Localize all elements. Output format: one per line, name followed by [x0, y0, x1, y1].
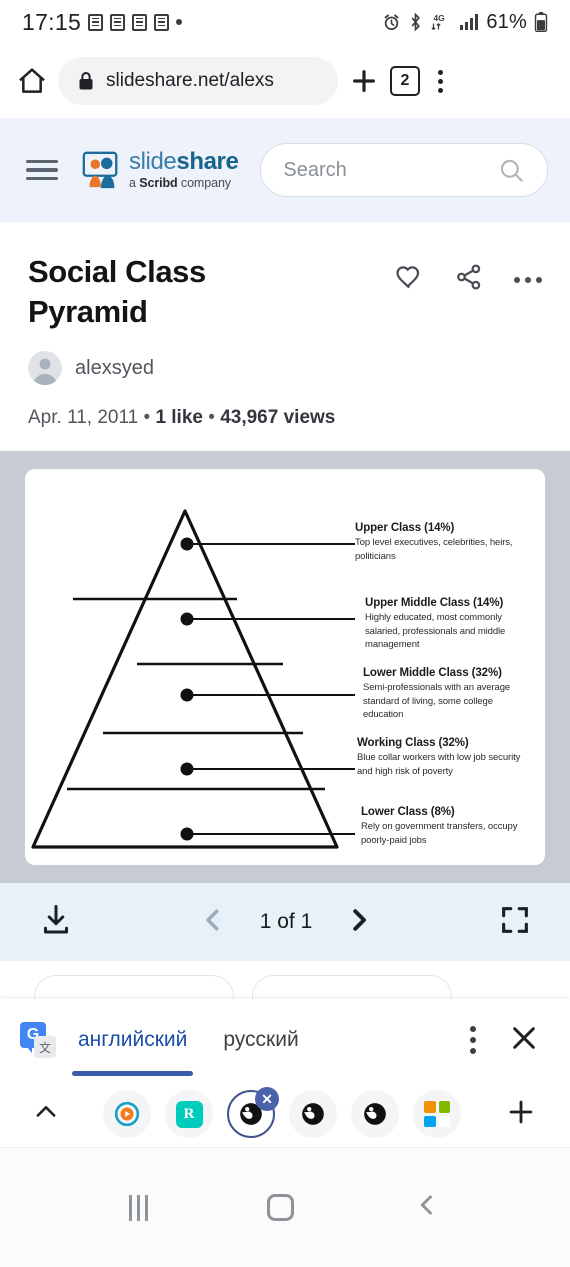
bluetooth-icon [411, 12, 421, 32]
kebab-menu-icon[interactable] [430, 66, 451, 97]
slide-toolbar: 1 of 1 [0, 883, 570, 962]
alarm-icon [384, 14, 399, 30]
tier-title: Lower Class (8%) [361, 806, 455, 819]
note-icon [88, 13, 104, 31]
tier-description: Top level executives, celebrities, heirs… [355, 537, 513, 562]
avatar [28, 351, 62, 386]
meta-sep-1: • [138, 407, 156, 429]
close-icon[interactable] [498, 1016, 550, 1065]
lock-icon [79, 72, 93, 90]
pyramid-tier-label: Lower Middle Class (32%) Semi-profession… [363, 667, 531, 721]
like-count: 1 like [155, 407, 203, 429]
home-icon[interactable] [16, 65, 48, 97]
view-count: 43,967 views [220, 407, 336, 429]
page-indicator: 1 of 1 [259, 910, 313, 934]
browser-tab-2[interactable] [289, 1090, 337, 1138]
battery-icon [534, 12, 548, 32]
heart-icon[interactable] [394, 262, 424, 297]
tier-title: Working Class (32%) [357, 737, 469, 750]
browser-tab-3[interactable] [351, 1090, 399, 1138]
gt-char-letter: 文 [34, 1036, 56, 1058]
logo-sub-prefix: a [129, 176, 140, 191]
related-actions-row [0, 961, 570, 1020]
tier-description: Blue collar workers with low job securit… [357, 752, 521, 777]
logo-sub-bold: Scribd [139, 176, 178, 191]
network-4g-icon: 4G [431, 13, 445, 30]
document-header: Social Class Pyramid alexsyed Apr. 11, 2… [0, 222, 570, 452]
slideshare-mark-icon [82, 151, 118, 189]
note-icon [110, 13, 126, 31]
pyramid-tier-label: Lower Class (8%) Rely on government tran… [361, 806, 529, 847]
search-input[interactable]: Search [260, 143, 548, 197]
chevron-left-icon[interactable] [198, 905, 228, 940]
download-icon[interactable] [38, 902, 74, 943]
share-icon[interactable] [454, 262, 484, 297]
translate-source-lang[interactable]: английский [64, 1018, 201, 1076]
author-row[interactable]: alexsyed [28, 351, 542, 386]
publish-date: Apr. 11, 2011 [28, 407, 139, 429]
search-placeholder: Search [283, 158, 347, 181]
android-nav-bar [0, 1148, 570, 1267]
document-meta: Apr. 11, 2011 • 1 like • 43,967 views [28, 407, 542, 429]
logo-bold: share [176, 148, 239, 176]
pyramid-tier-label: Working Class (32%) Blue collar workers … [357, 737, 529, 778]
slideshare-tab[interactable]: ✕ [227, 1087, 279, 1138]
logo-sub-suffix: company [177, 176, 231, 191]
pyramid-tier-label: Upper Middle Class (14%) Highly educated… [365, 597, 533, 651]
svg-text:4G: 4G [434, 13, 445, 23]
page-title: Social Class Pyramid [28, 254, 206, 329]
url-text: slideshare.net/alexs [106, 70, 274, 91]
globe-icon [302, 1103, 324, 1125]
url-bar[interactable]: slideshare.net/alexs [58, 57, 338, 105]
fullscreen-icon[interactable] [498, 903, 532, 942]
browser-toolbar: slideshare.net/alexs 2 [0, 44, 570, 118]
tab-count-button[interactable]: 2 [390, 66, 420, 96]
note-icon [154, 13, 170, 31]
chevron-right-icon[interactable] [344, 905, 374, 940]
note-icon [132, 13, 148, 31]
tier-description: Rely on government transfers, occupy poo… [361, 821, 518, 846]
tier-title: Lower Middle Class (32%) [363, 667, 502, 680]
researchgate-tab[interactable]: R [165, 1090, 213, 1138]
google-translate-icon: G 文 [20, 1022, 56, 1058]
slide-viewer: Upper Class (14%) Top level executives, … [0, 451, 570, 884]
chevron-up-icon[interactable] [22, 1098, 70, 1131]
tier-description: Highly educated, most commonly salaried,… [365, 612, 506, 651]
plus-icon[interactable] [348, 65, 380, 97]
tier-title: Upper Class (14%) [355, 522, 455, 535]
tier-description: Semi-professionals with an average stand… [363, 682, 511, 721]
slideshare-logo[interactable]: slideshare a Scribd company [80, 148, 239, 191]
battery-percent: 61% [486, 10, 527, 33]
translate-target-lang[interactable]: русский [209, 1018, 312, 1062]
microsoft-grid-icon [424, 1101, 450, 1127]
pyramid-tier-label: Upper Class (14%) Top level executives, … [355, 522, 527, 563]
status-bar: 17:15 4G 61% [0, 0, 570, 44]
plus-icon[interactable] [494, 1095, 548, 1134]
search-icon [500, 159, 523, 182]
screen: 17:15 4G 61% slideshare.net/alexs 2 slid… [0, 0, 570, 1267]
office-tab[interactable] [413, 1090, 461, 1138]
close-badge-icon[interactable]: ✕ [255, 1087, 279, 1111]
globe-icon [364, 1103, 386, 1125]
author-name: alexsyed [75, 356, 154, 379]
recents-icon[interactable] [129, 1194, 149, 1221]
tier-title: Upper Middle Class (14%) [365, 597, 504, 610]
slide-image[interactable]: Upper Class (14%) Top level executives, … [25, 469, 545, 866]
home-square-icon[interactable] [266, 1194, 294, 1221]
meta-sep-2: • [202, 407, 221, 429]
more-horizontal-icon[interactable] [514, 276, 542, 283]
status-time: 17:15 [22, 8, 82, 35]
signal-bars-icon [460, 14, 479, 30]
kebab-menu-icon[interactable] [456, 1020, 490, 1060]
tab-strip: R ✕ [0, 1081, 570, 1148]
site-header: slideshare a Scribd company Search [0, 118, 570, 222]
media-player-tab[interactable] [103, 1090, 151, 1138]
researchgate-icon: R [175, 1100, 203, 1128]
play-circle-icon [114, 1101, 140, 1127]
hamburger-icon[interactable] [22, 154, 62, 187]
logo-primary: slide [129, 148, 177, 176]
dot-icon [176, 19, 183, 25]
back-chevron-icon[interactable] [413, 1191, 441, 1224]
translate-bar: G 文 английский русский [0, 999, 570, 1081]
